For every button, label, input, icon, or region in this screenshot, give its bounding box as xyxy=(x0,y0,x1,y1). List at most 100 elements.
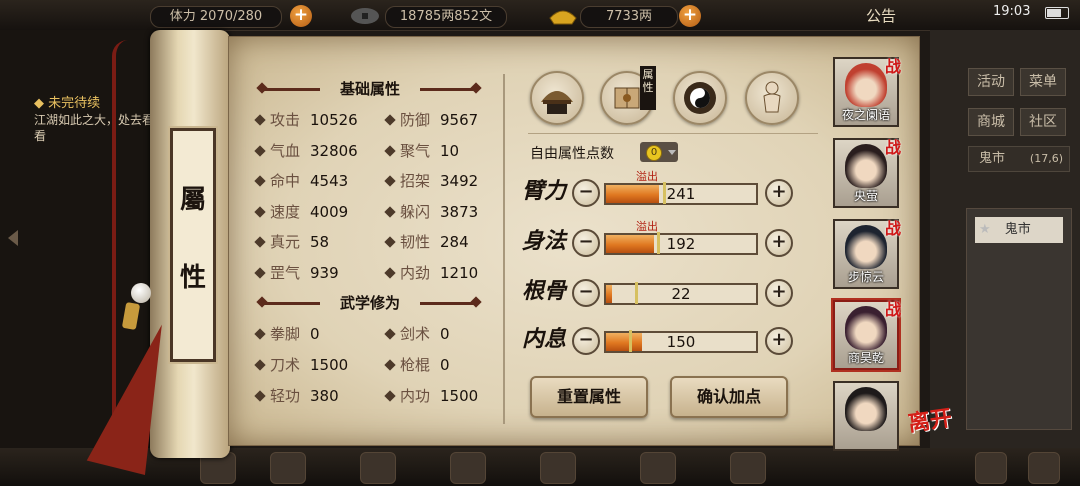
member-name: 央萤 xyxy=(853,189,878,203)
decrease-button[interactable]: − xyxy=(572,279,600,307)
menu-button[interactable]: 菜单 xyxy=(1020,68,1066,96)
diamond-bullet-icon xyxy=(254,114,266,126)
bottom-menu-icon[interactable] xyxy=(730,452,766,484)
stat-label: 罡气 xyxy=(270,264,301,282)
stat-label: 躲闪 xyxy=(400,202,431,221)
panel-divider xyxy=(503,74,505,424)
reset-attributes-button[interactable]: 重置属性 xyxy=(530,376,648,418)
basic-attributes-header: 基础属性 xyxy=(256,78,482,100)
stat-row: 招架 3492 xyxy=(384,170,479,192)
stat-label: 攻击 xyxy=(270,111,301,129)
stat-value: 9567 xyxy=(440,111,479,129)
location-list-item[interactable]: ★ 鬼市 xyxy=(975,217,1063,243)
decrease-button[interactable]: − xyxy=(572,327,600,355)
quest-text[interactable]: 江湖如此之大，处去看看 xyxy=(34,112,164,144)
diamond-bullet-icon xyxy=(384,144,396,157)
quest-title[interactable]: ◆ 未完待续 xyxy=(34,92,100,111)
battle-badge: 战 xyxy=(884,138,901,157)
stat-row: 内劲 1210 xyxy=(384,262,478,284)
party-member[interactable]: 央萤 战 xyxy=(833,138,901,208)
yin-yang-icon xyxy=(684,82,716,114)
party-member[interactable] xyxy=(833,381,899,451)
stat-row: 聚气 10 xyxy=(384,140,459,162)
money-display: 18785两852文 xyxy=(385,6,507,28)
community-button[interactable]: 社区 xyxy=(1020,108,1066,136)
stat-label: 招架 xyxy=(400,172,431,191)
straw-hat-icon xyxy=(541,91,573,114)
stat-row: 拳脚 0 xyxy=(254,323,320,345)
stat-row: 刀术 1500 xyxy=(254,354,348,376)
allocation-bar: 241 xyxy=(604,182,758,205)
stat-row: 攻击 10526 xyxy=(254,109,358,131)
increase-button[interactable]: + xyxy=(765,279,793,307)
shop-button[interactable]: 商城 xyxy=(968,108,1014,136)
portrait xyxy=(845,387,887,431)
overflow-label: 溢出 xyxy=(636,220,658,233)
party-member[interactable]: 夜之阑语 战 xyxy=(833,57,901,127)
bottom-menu-icon[interactable] xyxy=(640,452,676,484)
stat-row: 速度 4009 xyxy=(254,201,348,223)
bottom-menu-icon[interactable] xyxy=(450,452,486,484)
notice-button[interactable]: 公告 xyxy=(866,5,896,26)
stat-label: 气血 xyxy=(270,141,301,160)
bottom-right-icon[interactable] xyxy=(975,452,1007,484)
stat-value: 32806 xyxy=(310,141,358,160)
member-name: 商昊乾 xyxy=(847,351,884,365)
increase-button[interactable]: + xyxy=(765,327,793,355)
stat-row: 命中 4543 xyxy=(254,170,349,192)
stat-value: 4543 xyxy=(310,172,349,191)
stat-value: 3492 xyxy=(440,172,479,191)
attribute-tab-label: 属性 xyxy=(640,66,656,110)
diamond-bullet-icon xyxy=(254,267,266,279)
equipment-tab[interactable] xyxy=(530,71,584,125)
decrease-button[interactable]: − xyxy=(572,229,600,257)
allocation-name: 身法 xyxy=(522,228,567,254)
diamond-bullet-icon xyxy=(254,328,266,340)
add-stamina-button[interactable]: + xyxy=(290,5,312,27)
stat-label: 内劲 xyxy=(400,264,431,282)
meridian-tab[interactable] xyxy=(745,71,799,125)
bagua-tab[interactable] xyxy=(673,71,727,125)
diamond-bullet-icon xyxy=(384,359,396,371)
increase-button[interactable]: + xyxy=(765,229,793,257)
copper-coin-icon xyxy=(351,8,379,24)
location-name: 鬼市 xyxy=(979,151,1006,166)
bottom-menu-icon[interactable] xyxy=(360,452,396,484)
stat-label: 剑术 xyxy=(400,325,431,343)
stat-label: 枪棍 xyxy=(400,356,431,374)
scroll-label-char: 性 xyxy=(179,263,206,293)
stat-row: 真元 58 xyxy=(254,231,329,253)
diamond-bullet-icon xyxy=(384,267,396,279)
allocation-name: 根骨 xyxy=(522,278,567,304)
diamond-bullet-icon xyxy=(384,206,396,218)
bottom-menu-icon[interactable] xyxy=(270,452,306,484)
allocation-bar: 192 xyxy=(604,232,758,255)
confirm-allocation-button[interactable]: 确认加点 xyxy=(670,376,788,418)
collapse-arrow-icon[interactable] xyxy=(8,230,18,246)
party-member[interactable]: 步惊云 战 xyxy=(833,219,901,289)
clock: 19:03 xyxy=(993,4,1031,19)
stat-value: 939 xyxy=(310,264,339,282)
allocation-value: 192 xyxy=(666,235,696,253)
stat-row: 韧性 284 xyxy=(384,231,469,253)
stat-row: 气血 32806 xyxy=(254,140,358,162)
add-gold-button[interactable]: + xyxy=(679,5,701,27)
decrease-button[interactable]: − xyxy=(572,179,600,207)
activity-button[interactable]: 活动 xyxy=(968,68,1014,96)
diamond-bullet-icon xyxy=(254,359,266,371)
bottom-right-icon[interactable] xyxy=(1028,452,1060,484)
party-member[interactable]: 商昊乾 战 xyxy=(833,300,901,370)
location-bar: 鬼市 (17,6) xyxy=(968,146,1070,172)
stat-value: 0 xyxy=(310,325,320,343)
stat-row: 内功 1500 xyxy=(384,385,478,407)
diamond-bullet-icon xyxy=(254,144,266,157)
leave-button[interactable]: 离开 xyxy=(906,405,953,437)
battle-badge: 战 xyxy=(884,57,901,76)
stat-value: 0 xyxy=(440,356,450,374)
portrait xyxy=(845,63,887,107)
stat-label: 拳脚 xyxy=(270,325,301,343)
bottom-menu-icon[interactable] xyxy=(540,452,576,484)
stat-label: 轻功 xyxy=(270,387,301,405)
increase-button[interactable]: + xyxy=(765,179,793,207)
allocation-value: 22 xyxy=(671,285,691,303)
